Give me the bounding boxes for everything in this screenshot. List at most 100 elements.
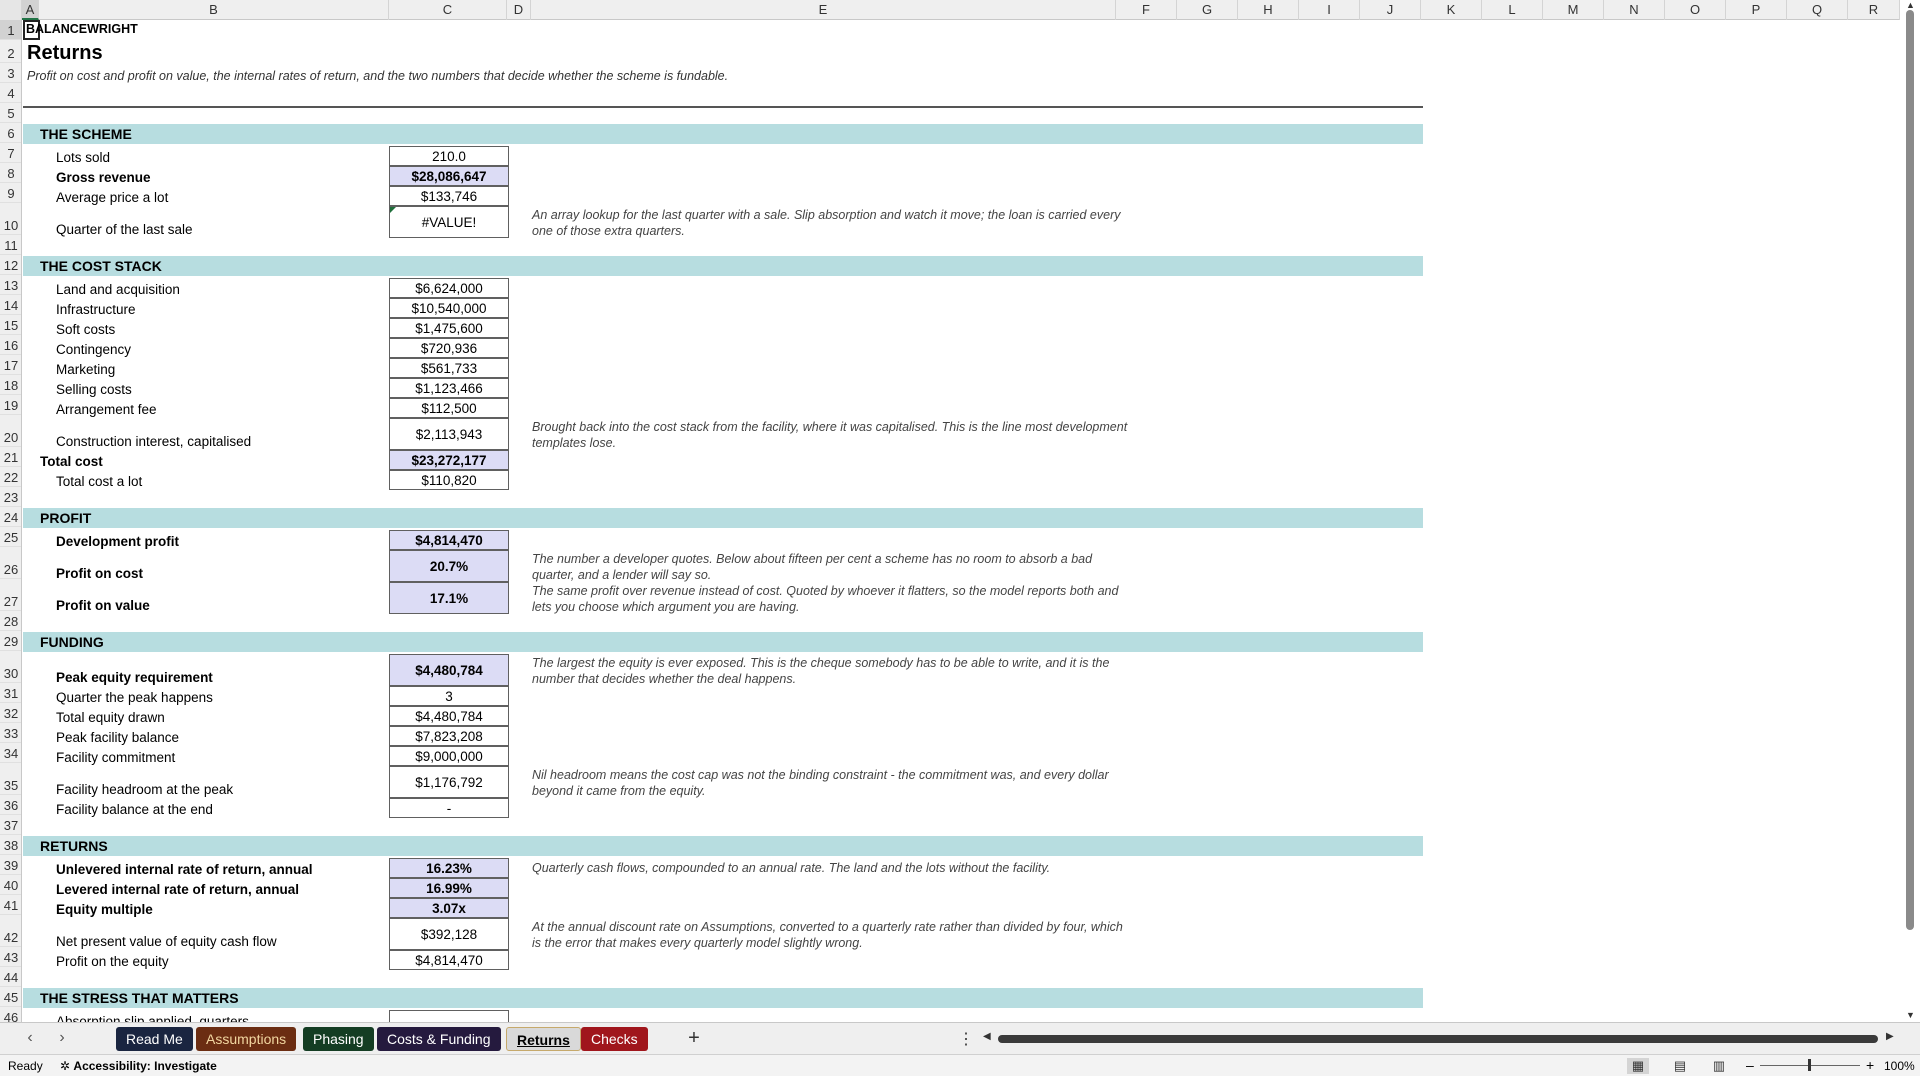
row-header[interactable]: 45: [0, 987, 21, 1007]
column-header-f[interactable]: F: [1116, 0, 1177, 20]
row-header[interactable]: 27: [0, 579, 21, 611]
sheet-tab-assumptions[interactable]: Assumptions: [196, 1027, 297, 1051]
column-header-n[interactable]: N: [1604, 0, 1665, 20]
row-header[interactable]: 38: [0, 835, 21, 855]
row-header[interactable]: 43: [0, 947, 21, 967]
sheet-tab-costs-funding[interactable]: Costs & Funding: [377, 1027, 501, 1051]
value-total-cost[interactable]: $23,272,177: [389, 450, 509, 470]
value-facility-end[interactable]: -: [389, 798, 509, 818]
more-options-icon[interactable]: ⋮: [958, 1029, 974, 1049]
value-selling-costs[interactable]: $1,123,466: [389, 378, 509, 398]
vertical-scrollbar[interactable]: ▲ ▼: [1900, 0, 1920, 1022]
row-header[interactable]: 28: [0, 611, 21, 631]
value-development-profit[interactable]: $4,814,470: [389, 530, 509, 550]
horizontal-scroll-thumb[interactable]: [998, 1035, 1878, 1043]
value-total-cost-lot[interactable]: $110,820: [389, 470, 509, 490]
column-header-d[interactable]: D: [507, 0, 531, 20]
scroll-left-icon[interactable]: ◀: [983, 1031, 991, 1042]
row-header[interactable]: 15: [0, 315, 21, 335]
column-header-k[interactable]: K: [1421, 0, 1482, 20]
value-construction-interest[interactable]: $2,113,943: [389, 418, 509, 450]
row-header[interactable]: 26: [0, 547, 21, 579]
tab-prev-icon[interactable]: ‹: [20, 1029, 40, 1047]
zoom-slider-knob[interactable]: [1808, 1059, 1811, 1071]
column-header-m[interactable]: M: [1543, 0, 1604, 20]
value-peak-facility[interactable]: $7,823,208: [389, 726, 509, 746]
row-header[interactable]: 42: [0, 915, 21, 947]
sheet-tab-checks[interactable]: Checks: [581, 1027, 648, 1051]
column-header-q[interactable]: Q: [1787, 0, 1848, 20]
row-header[interactable]: 24: [0, 507, 21, 527]
row-header[interactable]: 39: [0, 855, 21, 875]
value-unlevered-irr[interactable]: 16.23%: [389, 858, 509, 878]
row-header[interactable]: 35: [0, 763, 21, 795]
value-land[interactable]: $6,624,000: [389, 278, 509, 298]
column-header-p[interactable]: P: [1726, 0, 1787, 20]
value-profit-on-cost[interactable]: 20.7%: [389, 550, 509, 582]
row-header[interactable]: 31: [0, 683, 21, 703]
sheet-tab-phasing[interactable]: Phasing: [303, 1027, 374, 1051]
row-header[interactable]: 17: [0, 355, 21, 375]
select-all-corner[interactable]: [0, 0, 22, 20]
row-header[interactable]: 12: [0, 255, 21, 275]
row-header[interactable]: 29: [0, 631, 21, 651]
column-header-r[interactable]: R: [1848, 0, 1900, 20]
column-header-e[interactable]: E: [531, 0, 1116, 20]
vertical-scroll-thumb[interactable]: [1906, 10, 1914, 930]
row-header[interactable]: 44: [0, 967, 21, 987]
column-header-a[interactable]: A: [22, 0, 39, 20]
row-header[interactable]: 13: [0, 275, 21, 295]
row-header[interactable]: 34: [0, 743, 21, 763]
row-header[interactable]: 9: [0, 183, 21, 203]
column-header-c[interactable]: C: [389, 0, 507, 20]
row-header[interactable]: 36: [0, 795, 21, 815]
row-header[interactable]: 32: [0, 703, 21, 723]
column-header-i[interactable]: I: [1299, 0, 1360, 20]
row-header[interactable]: 11: [0, 235, 21, 255]
row-header[interactable]: 37: [0, 815, 21, 835]
accessibility-status[interactable]: ✲ Accessibility: Investigate: [60, 1059, 217, 1073]
row-header[interactable]: 4: [0, 83, 21, 103]
row-header[interactable]: 3: [0, 63, 21, 83]
value-arrangement-fee[interactable]: $112,500: [389, 398, 509, 418]
row-header[interactable]: 25: [0, 527, 21, 547]
row-header[interactable]: 14: [0, 295, 21, 315]
value-gross-revenue[interactable]: $28,086,647: [389, 166, 509, 186]
row-header[interactable]: 23: [0, 487, 21, 507]
zoom-out-icon[interactable]: –: [1746, 1057, 1754, 1073]
scroll-right-icon[interactable]: ▶: [1886, 1031, 1894, 1042]
value-peak-equity[interactable]: $4,480,784: [389, 654, 509, 686]
page-break-preview-icon[interactable]: ▥: [1708, 1058, 1730, 1074]
scroll-down-icon[interactable]: ▼: [1906, 1010, 1915, 1020]
value-last-sale-quarter[interactable]: #VALUE!: [389, 206, 509, 238]
scroll-up-icon[interactable]: ▲: [1906, 0, 1915, 10]
sheet-grid[interactable]: BALANCEWRIGHT Returns Profit on cost and…: [23, 20, 1900, 1022]
row-header[interactable]: 5: [0, 103, 21, 123]
value-soft-costs[interactable]: $1,475,600: [389, 318, 509, 338]
column-header-j[interactable]: J: [1360, 0, 1421, 20]
column-header-l[interactable]: L: [1482, 0, 1543, 20]
column-header-b[interactable]: B: [39, 0, 389, 20]
value-contingency[interactable]: $720,936: [389, 338, 509, 358]
value-levered-irr[interactable]: 16.99%: [389, 878, 509, 898]
normal-view-icon[interactable]: ▦: [1627, 1058, 1649, 1074]
value-infrastructure[interactable]: $10,540,000: [389, 298, 509, 318]
value-facility-commitment[interactable]: $9,000,000: [389, 746, 509, 766]
row-header[interactable]: 33: [0, 723, 21, 743]
value-marketing[interactable]: $561,733: [389, 358, 509, 378]
row-header[interactable]: 20: [0, 415, 21, 447]
row-header[interactable]: 16: [0, 335, 21, 355]
value-profit-on-value[interactable]: 17.1%: [389, 582, 509, 614]
tab-next-icon[interactable]: ›: [52, 1029, 72, 1047]
value-peak-quarter[interactable]: 3: [389, 686, 509, 706]
add-sheet-icon[interactable]: +: [684, 1027, 704, 1050]
page-layout-view-icon[interactable]: ▤: [1669, 1058, 1691, 1074]
row-header[interactable]: 6: [0, 123, 21, 143]
row-header[interactable]: 1: [0, 20, 21, 40]
row-header[interactable]: 2: [0, 40, 21, 63]
sheet-tab-read-me[interactable]: Read Me: [116, 1027, 193, 1051]
row-header[interactable]: 22: [0, 467, 21, 487]
row-header[interactable]: 46: [0, 1007, 21, 1022]
value-total-equity[interactable]: $4,480,784: [389, 706, 509, 726]
row-header[interactable]: 18: [0, 375, 21, 395]
